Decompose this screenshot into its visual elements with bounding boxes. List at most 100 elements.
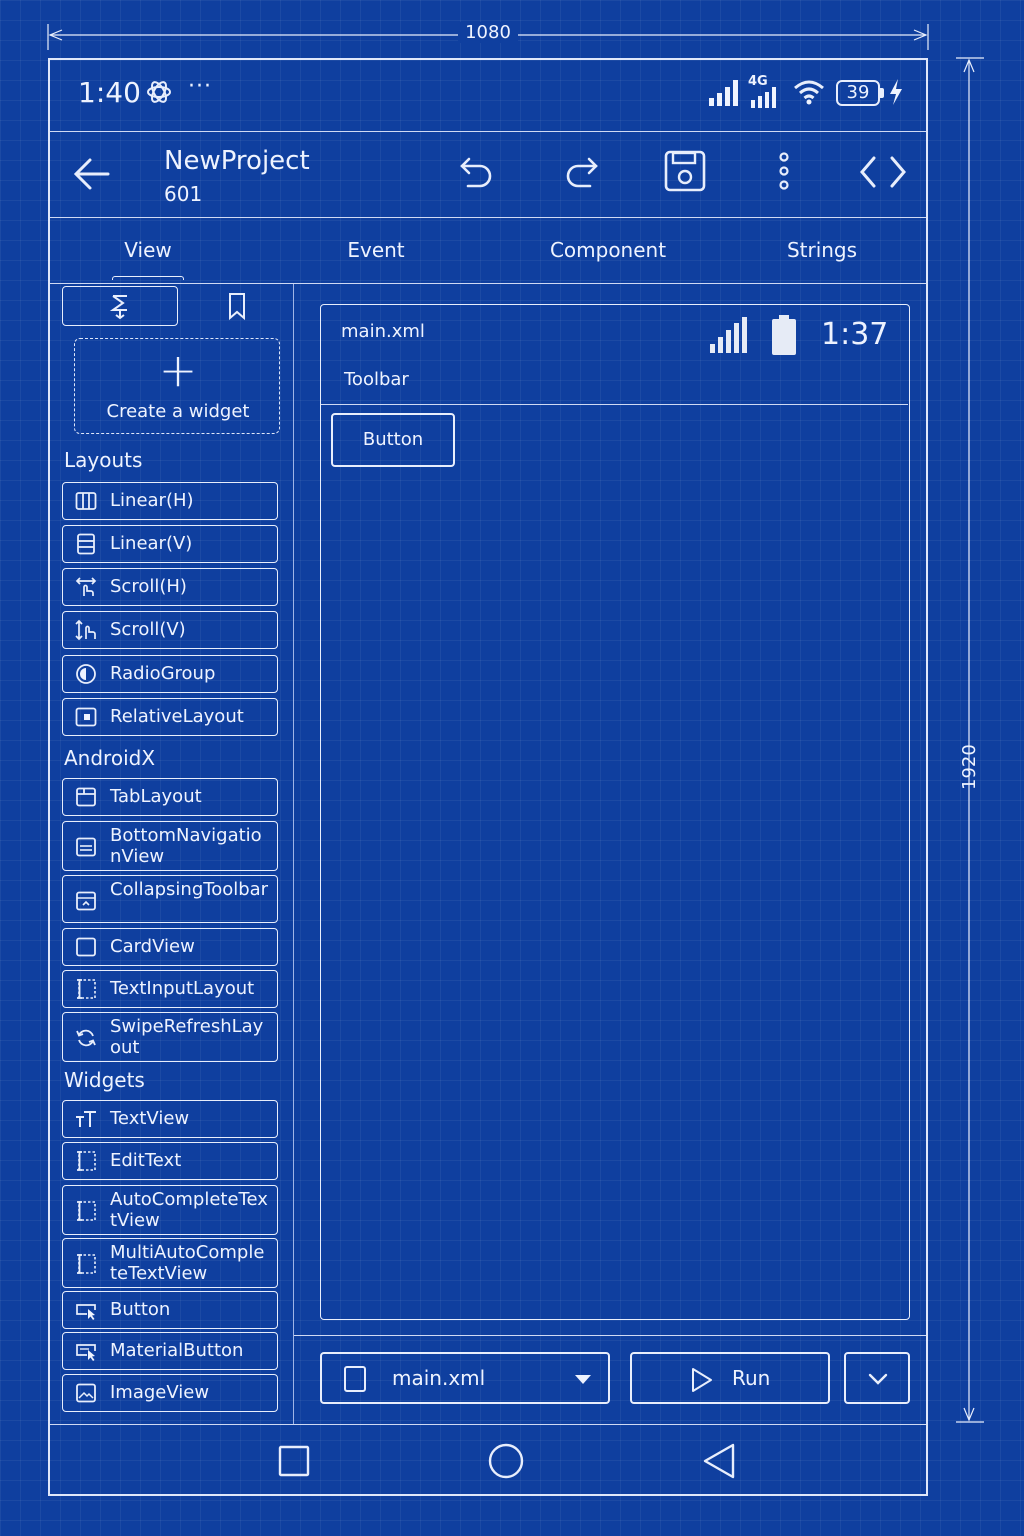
preview-button-widget[interactable]: Button: [331, 413, 455, 467]
width-dimension-label: 1080: [458, 22, 518, 43]
palette-item-label: RelativeLayout: [110, 706, 244, 727]
height-dimension-label: 1920: [959, 744, 980, 790]
recents-square-icon[interactable]: [278, 1445, 310, 1477]
preview-time: 1:37: [821, 317, 889, 352]
run-button-label: Run: [732, 1366, 771, 1390]
tab-bar: View Event Component Strings: [50, 218, 926, 284]
preview-toolbar: main.xml Toolbar 1:37: [321, 305, 908, 405]
palette-item-edittext[interactable]: EditText: [62, 1142, 278, 1180]
collapsing-toolbar-icon: [76, 891, 96, 911]
palette-item-relativelayout[interactable]: RelativeLayout: [62, 698, 278, 736]
file-selector[interactable]: main.xml: [320, 1352, 610, 1404]
text-view-icon: [76, 1111, 96, 1127]
palette-item-label: Scroll(H): [110, 576, 187, 597]
wifi-icon: [794, 80, 824, 105]
run-button[interactable]: Run: [630, 1352, 830, 1404]
scroll-horizontal-icon: [75, 577, 97, 596]
undo-icon[interactable]: [458, 156, 494, 190]
tab-layout-icon: [76, 787, 96, 807]
palette-item-imageview[interactable]: ImageView: [62, 1374, 278, 1412]
button-icon: [76, 1304, 96, 1320]
openai-icon: [147, 81, 171, 103]
palette-item-tablayout[interactable]: TabLayout: [62, 778, 278, 816]
run-options-button[interactable]: [844, 1352, 910, 1404]
palette-item-label: CollapsingToolbar: [110, 879, 269, 900]
tab-view[interactable]: View: [98, 238, 198, 262]
palette-item-label: TextInputLayout: [110, 978, 255, 999]
palette-item-label: MultiAutoCompleteTextView: [110, 1242, 265, 1284]
back-arrow-icon[interactable]: [72, 154, 112, 194]
palette-item-scroll-h[interactable]: Scroll(H): [62, 568, 278, 606]
charging-icon: [890, 79, 902, 105]
create-widget-button[interactable]: + Create a widget: [74, 338, 280, 434]
swipe-refresh-icon: [76, 1029, 96, 1047]
dropdown-arrow-icon: [575, 1375, 591, 1384]
redo-icon[interactable]: [564, 156, 600, 190]
plus-icon: +: [158, 343, 198, 397]
palette-item-label: ImageView: [110, 1382, 210, 1403]
layout-preview[interactable]: main.xml Toolbar 1:37 Button: [320, 304, 910, 1320]
section-title-androidx: AndroidX: [64, 746, 156, 770]
signal-4g-icon: [751, 87, 776, 108]
phone-frame: 1:40 ··· 4G 39 NewProject 601 View Event…: [48, 58, 928, 1496]
palette-item-label: Button: [110, 1299, 171, 1320]
create-widget-label: Create a widget: [106, 401, 250, 422]
widget-palette: + Create a widget Layouts Linear(H) Line…: [50, 284, 294, 1424]
status-time: 1:40: [78, 76, 141, 109]
palette-item-autocompletetextview[interactable]: AutoCompleteTextView: [62, 1185, 278, 1235]
palette-item-linear-v[interactable]: Linear(V): [62, 525, 278, 563]
image-view-icon: [76, 1383, 96, 1403]
widgets-palette-icon: [109, 295, 127, 320]
palette-item-multiautocompletetextview[interactable]: MultiAutoCompleteTextView: [62, 1238, 278, 1288]
more-vert-icon[interactable]: [774, 152, 794, 192]
linear-horizontal-icon: [75, 492, 97, 510]
material-button-icon: [76, 1344, 96, 1361]
height-dimension-line: [956, 57, 984, 1423]
bookmark-icon[interactable]: [218, 290, 258, 322]
palette-item-scroll-v[interactable]: Scroll(V): [62, 611, 278, 649]
file-icon: [344, 1366, 366, 1392]
bottom-action-bar: main.xml Run: [294, 1335, 926, 1424]
system-nav-bar: [50, 1424, 926, 1494]
tab-event[interactable]: Event: [320, 238, 432, 262]
palette-item-label: AutoCompleteTextView: [110, 1189, 268, 1231]
palette-item-collapsingtoolbar[interactable]: CollapsingToolbar: [62, 875, 278, 923]
palette-item-textinputlayout[interactable]: TextInputLayout: [62, 970, 278, 1008]
palette-item-radiogroup[interactable]: RadioGroup: [62, 655, 278, 693]
save-icon[interactable]: [664, 150, 706, 192]
palette-item-linear-h[interactable]: Linear(H): [62, 482, 278, 520]
scroll-vertical-icon: [75, 619, 96, 641]
bottom-navigation-icon: [76, 837, 96, 857]
radio-group-icon: [76, 664, 96, 684]
palette-item-label: Linear(V): [110, 533, 193, 554]
palette-item-label: Scroll(V): [110, 619, 186, 640]
battery-tip: [880, 88, 884, 98]
palette-tab-widgets[interactable]: [62, 286, 178, 326]
palette-item-label: MaterialButton: [110, 1340, 244, 1361]
code-icon[interactable]: [860, 154, 906, 190]
autocomplete-icon: [77, 1201, 96, 1221]
palette-item-materialbutton[interactable]: MaterialButton: [62, 1332, 278, 1370]
home-circle-icon[interactable]: [488, 1443, 524, 1479]
preview-file-name: main.xml: [341, 321, 425, 342]
section-title-layouts: Layouts: [64, 448, 143, 472]
project-title: NewProject: [164, 146, 310, 176]
palette-item-label: TextView: [110, 1108, 190, 1129]
palette-item-textview[interactable]: TextView: [62, 1100, 278, 1138]
tab-strings[interactable]: Strings: [772, 238, 872, 262]
play-icon: [692, 1368, 712, 1392]
text-input-layout-icon: [77, 979, 96, 999]
palette-item-button[interactable]: Button: [62, 1291, 278, 1329]
back-triangle-icon[interactable]: [702, 1443, 736, 1479]
signal-icon: [709, 80, 738, 106]
palette-item-cardview[interactable]: CardView: [62, 928, 278, 966]
palette-item-bottomnavigationview[interactable]: BottomNavigationView: [62, 821, 278, 871]
palette-item-label: TabLayout: [110, 786, 202, 807]
palette-item-swiperefreshlayout[interactable]: SwipeRefreshLayout: [62, 1012, 278, 1062]
app-bar: NewProject 601: [50, 132, 926, 218]
palette-item-label: SwipeRefreshLayout: [110, 1016, 264, 1058]
file-selector-value: main.xml: [392, 1366, 486, 1390]
tab-component[interactable]: Component: [540, 238, 676, 262]
relative-layout-icon: [75, 707, 97, 727]
chevron-down-icon: [868, 1373, 888, 1385]
